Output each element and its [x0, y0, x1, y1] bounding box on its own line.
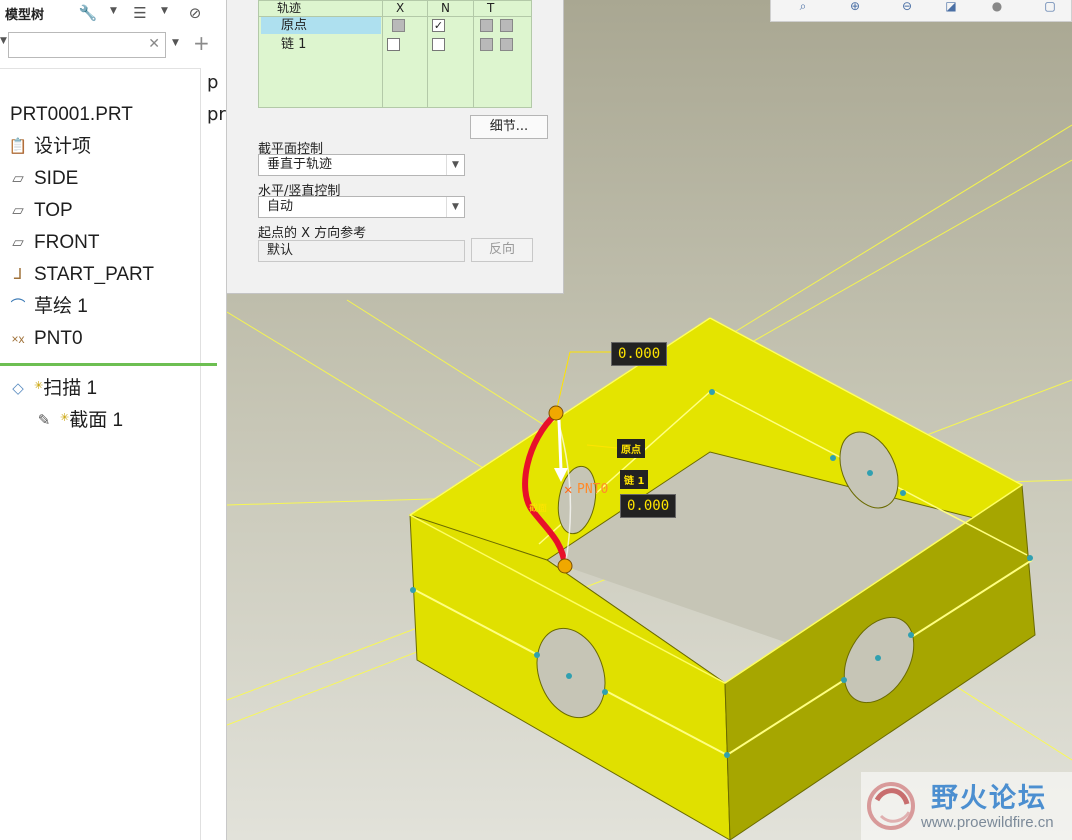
tree-item-design-items[interactable]: 📋 设计项: [0, 132, 200, 162]
table-header-trajectory: 轨迹: [277, 1, 302, 15]
tree-item-sweep[interactable]: ◇ ✳扫描 1: [0, 374, 200, 404]
tree-separator: [0, 68, 200, 69]
row-name: 链 1: [281, 37, 307, 52]
n-checkbox-origin[interactable]: ✓: [432, 19, 445, 32]
zoom-in-icon[interactable]: ⊕: [841, 0, 869, 14]
tree-item-label: 扫描 1: [43, 378, 98, 399]
trajectory-table: 轨迹 X N T 原点 ✓ 链 1: [258, 0, 532, 108]
sketch-icon: ⌒: [10, 298, 26, 315]
tree-item-start-part[interactable]: ⅃ START_PART: [0, 260, 200, 290]
tree-item-top[interactable]: ▱ TOP: [0, 196, 200, 226]
tree-item-label: SIDE: [34, 168, 79, 189]
tools-dropdown-icon[interactable]: ▼: [110, 6, 117, 16]
tree-item-sketch[interactable]: ⌒ 草绘 1: [0, 292, 200, 322]
datum-plane-icon: ▱: [12, 170, 24, 187]
watermark-title: 野火论坛: [931, 783, 1047, 814]
hv-control-select[interactable]: 自动 ▼: [258, 196, 465, 218]
forum-watermark: 野火论坛 www.proewildfire.cn: [861, 772, 1072, 840]
tree-search-input[interactable]: ✕: [8, 32, 166, 58]
t-checkbox-origin-b: [500, 19, 513, 32]
table-row-chain[interactable]: 链 1: [259, 36, 531, 54]
tree-item-part[interactable]: PRT0001.PRT: [0, 100, 200, 130]
reverse-button: 反向: [471, 238, 533, 262]
refit-icon[interactable]: ⌕: [789, 0, 817, 14]
saved-views-icon[interactable]: ▢: [1036, 0, 1064, 14]
sweep-feature-icon: ◇: [12, 380, 24, 397]
search-options-dropdown-icon[interactable]: ▼: [172, 38, 179, 48]
end-handle: [557, 558, 573, 574]
column-value: pr: [207, 104, 226, 125]
watermark-url: www.proewildfire.cn: [921, 814, 1054, 831]
hv-control-value: 自动: [267, 199, 294, 214]
tag-origin[interactable]: 原点: [617, 439, 645, 458]
add-filter-icon[interactable]: +: [193, 31, 210, 55]
tree-item-label: 设计项: [34, 136, 92, 157]
coordinate-system-icon: ⅃: [13, 266, 23, 283]
tree-item-label: START_PART: [34, 264, 155, 285]
zoom-out-icon[interactable]: ⊖: [893, 0, 921, 14]
start-handle: [548, 405, 564, 421]
tree-item-label: 截面 1: [69, 410, 124, 431]
direction-arrow: [557, 419, 563, 471]
table-header-n: N: [441, 1, 450, 15]
display-style-icon[interactable]: ●: [983, 0, 1011, 14]
repaint-icon[interactable]: ◪: [937, 0, 965, 14]
details-button[interactable]: 细节...: [470, 115, 548, 139]
show-dropdown-icon[interactable]: ▼: [161, 6, 168, 16]
x-checkbox-chain[interactable]: [387, 38, 400, 51]
tree-column-strip: p pr: [200, 68, 227, 840]
tree-item-label: 草绘 1: [34, 296, 88, 317]
dimension-end[interactable]: 0.000: [620, 494, 677, 518]
tree-item-label: TOP: [34, 200, 73, 221]
design-items-icon: 📋: [8, 138, 28, 155]
section-label: 截面: [529, 504, 548, 514]
tree-item-label: PRT0001.PRT: [10, 104, 133, 125]
datum-point-icon: ×x: [11, 332, 25, 346]
chevron-down-icon: ▼: [446, 197, 464, 217]
show-list-icon[interactable]: ☰: [130, 2, 150, 24]
clear-search-icon[interactable]: ✕: [148, 36, 160, 52]
x-reference-field[interactable]: 默认: [258, 240, 465, 262]
table-header-x: X: [396, 1, 405, 15]
table-row-origin[interactable]: 原点 ✓: [259, 17, 531, 35]
pnt-marker: ✕: [564, 482, 572, 498]
x-reference-label: 起点的 X 方向参考: [258, 226, 367, 241]
chevron-down-icon: ▼: [446, 155, 464, 175]
section-control-select[interactable]: 垂直于轨迹 ▼: [258, 154, 465, 176]
new-feature-icon: ✳: [34, 380, 44, 392]
t-checkbox-chain-b: [500, 38, 513, 51]
tree-item-section[interactable]: ✎ ✳截面 1: [26, 406, 226, 436]
tree-item-side[interactable]: ▱ SIDE: [0, 164, 200, 194]
t-checkbox-origin-a: [480, 19, 493, 32]
point-label: PNT0: [577, 482, 609, 497]
dimension-start[interactable]: 0.000: [611, 342, 668, 366]
tree-item-pnt0[interactable]: ×x PNT0: [0, 324, 200, 354]
n-checkbox-chain[interactable]: [432, 38, 445, 51]
datum-plane-icon: ▱: [12, 234, 24, 251]
sweep-references-panel: 轨迹 X N T 原点 ✓ 链 1 细节... 截平面控制 垂直于轨迹 ▼ 水平…: [227, 0, 564, 294]
tree-item-label: PNT0: [34, 328, 83, 349]
visibility-icon[interactable]: ⊘: [185, 2, 205, 24]
row-name: 原点: [261, 17, 381, 34]
tag-chain[interactable]: 链 1: [620, 470, 649, 489]
t-checkbox-chain-a: [480, 38, 493, 51]
model-tree-panel: 模型树 🔧 ▼ ☰ ▼ ⊘ ▼ ✕ ▼ + p pr PRT0001.PRT 📋…: [0, 0, 227, 840]
x-checkbox-origin: [392, 19, 405, 32]
tree-item-label: FRONT: [34, 232, 100, 253]
forum-logo-icon: [867, 782, 915, 830]
model-tree-toolbar: 模型树 🔧 ▼ ☰ ▼ ⊘: [0, 0, 227, 28]
tools-icon[interactable]: 🔧: [78, 2, 98, 24]
tree-item-front[interactable]: ▱ FRONT: [0, 228, 200, 258]
collapse-arrow-icon[interactable]: ▼: [0, 36, 7, 46]
view-toolbar: ⌕ ⊕ ⊖ ◪ ● ▢: [770, 0, 1072, 22]
insert-here-line[interactable]: [0, 363, 217, 366]
column-header[interactable]: p: [207, 72, 218, 93]
section-control-value: 垂直于轨迹: [267, 157, 333, 172]
new-feature-icon: ✳: [60, 412, 70, 424]
datum-plane-icon: ▱: [12, 202, 24, 219]
section-edit-icon: ✎: [37, 412, 51, 429]
x-reference-value: 默认: [267, 243, 294, 258]
model-tree-title: 模型树: [5, 8, 45, 23]
table-header-t: T: [487, 1, 495, 15]
